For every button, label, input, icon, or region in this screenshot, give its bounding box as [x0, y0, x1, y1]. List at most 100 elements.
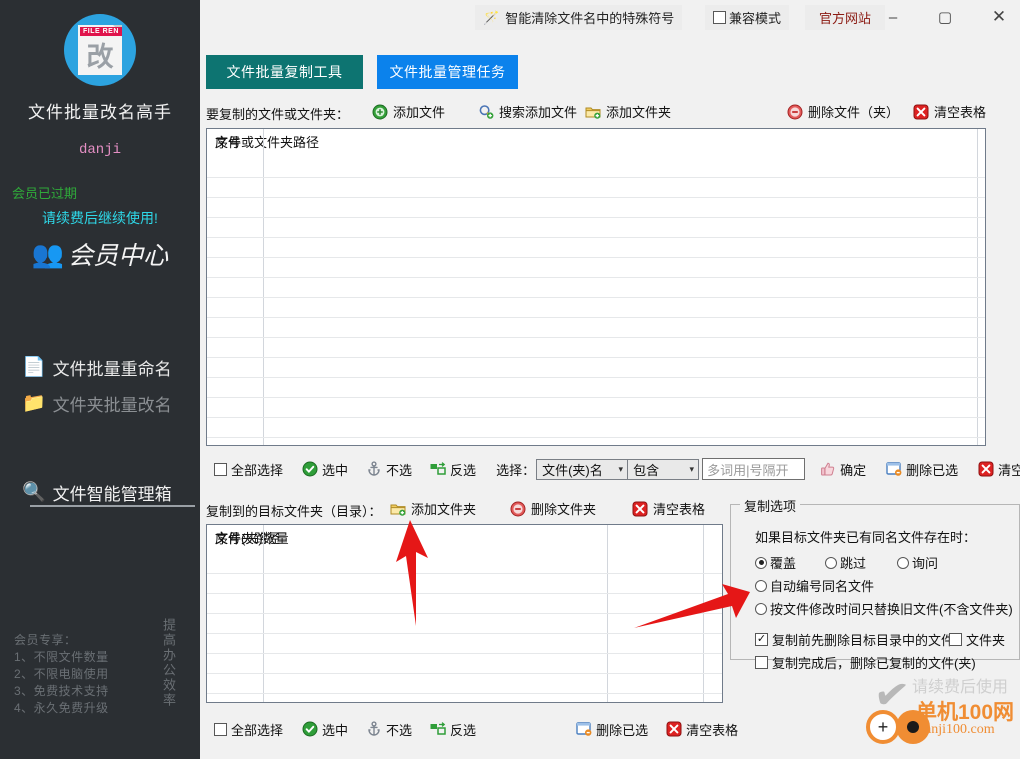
- radio-skip[interactable]: 跳过: [825, 553, 866, 572]
- compat-mode-toggle[interactable]: 兼容模式: [705, 5, 790, 30]
- checkbox-icon[interactable]: [214, 722, 227, 736]
- folder-add-icon: [585, 107, 601, 119]
- select-all-checkbox-target[interactable]: 全部选择: [214, 720, 283, 739]
- table-row[interactable]: [207, 217, 985, 218]
- check-include-folders[interactable]: 文件夹: [949, 630, 1005, 649]
- maximize-button[interactable]: ▢: [922, 0, 968, 34]
- table-row[interactable]: [207, 257, 985, 258]
- field-select-value: 文件(夹)名: [542, 462, 603, 478]
- col-divider: [263, 525, 264, 702]
- sidebar-item-batch-rename-files[interactable]: 📄 文件批量重命名: [22, 355, 172, 380]
- checkbox-icon[interactable]: [755, 656, 768, 669]
- minimize-button[interactable]: –: [870, 0, 916, 34]
- radio-overwrite[interactable]: 覆盖: [755, 553, 796, 572]
- checkbox-icon[interactable]: [214, 462, 227, 476]
- vip-center-button[interactable]: 👥 会员中心: [0, 236, 200, 272]
- deselect-button-source[interactable]: 不选: [366, 460, 412, 479]
- perk-line: 会员专享：: [14, 633, 77, 647]
- check-delete-before-copy[interactable]: ✓ 复制前先删除目标目录中的文件: [755, 630, 954, 649]
- compat-mode-checkbox[interactable]: [713, 11, 726, 24]
- table-row[interactable]: [207, 277, 985, 278]
- match-select[interactable]: 包含 ▾: [627, 458, 700, 480]
- sidebar-item-label: 文件批量重命名: [52, 360, 172, 379]
- clean-special-chars-button[interactable]: 🪄 智能清除文件名中的特殊符号: [475, 5, 683, 30]
- radio-ask[interactable]: 询问: [897, 553, 938, 572]
- application-window: FILE REN 改 文件批量改名高手 danji 会员已过期 请续费后继续使用…: [0, 0, 1020, 759]
- clear-table-button-target-bottom[interactable]: 清空表格: [666, 720, 738, 739]
- checkbox-icon[interactable]: ✓: [755, 633, 768, 646]
- radio-icon[interactable]: [755, 602, 767, 615]
- radio-icon[interactable]: [755, 579, 767, 592]
- table-row[interactable]: [207, 297, 985, 298]
- table-row[interactable]: [207, 317, 985, 318]
- add-folder-button[interactable]: 添加文件夹: [585, 102, 671, 121]
- clear-table-button-source-bottom[interactable]: 清空表格: [978, 460, 1020, 479]
- table-row[interactable]: [207, 197, 985, 198]
- table-row[interactable]: [207, 437, 985, 438]
- table-row[interactable]: [207, 397, 985, 398]
- select-checked-button-source[interactable]: 选中: [302, 460, 348, 479]
- close-button[interactable]: ✕: [976, 0, 1020, 34]
- table-row[interactable]: [207, 237, 985, 238]
- deselect-button-target[interactable]: 不选: [366, 720, 412, 739]
- deselect-label: 不选: [386, 462, 413, 478]
- table-row[interactable]: [207, 633, 722, 634]
- sidebar-item-batch-rename-folders[interactable]: 📁 文件夹批量改名: [22, 391, 172, 416]
- radio-icon[interactable]: [825, 556, 837, 569]
- radio-icon[interactable]: [755, 556, 767, 569]
- source-action-bar: 要复制的文件或文件夹： 添加文件 搜索添加文件 添加文件夹 删除文件（夹） 清空…: [200, 100, 1020, 126]
- sidebar: FILE REN 改 文件批量改名高手 danji 会员已过期 请续费后继续使用…: [0, 0, 200, 759]
- delete-selected-button-source[interactable]: 删除已选: [886, 460, 958, 479]
- add-file-button[interactable]: 添加文件: [372, 102, 445, 121]
- vip-center-label: 会员中心: [68, 241, 169, 270]
- table-row[interactable]: [207, 417, 985, 418]
- radio-icon[interactable]: [897, 556, 909, 569]
- confirm-button[interactable]: 确定: [820, 460, 866, 479]
- table-row[interactable]: [207, 693, 722, 694]
- vip-renew-notice: 请续费后继续使用!: [42, 210, 158, 226]
- add-target-folder-button[interactable]: 添加文件夹: [390, 499, 476, 518]
- radio-label: 跳过: [840, 556, 867, 571]
- source-file-table[interactable]: 序号 文件或文件夹路径: [206, 128, 986, 446]
- col-count: 文件(夹)数量: [215, 531, 289, 546]
- invert-selection-button-source[interactable]: 反选: [430, 460, 476, 479]
- checkbox-icon[interactable]: [949, 633, 962, 646]
- annotation-arrow-replace-option: [634, 584, 750, 628]
- keyword-input[interactable]: 多词用|号隔开: [702, 458, 806, 480]
- table-row[interactable]: [207, 357, 985, 358]
- copy-options-title: 复制选项: [740, 496, 801, 515]
- tab-batch-copy-tool[interactable]: 文件批量复制工具: [206, 55, 363, 89]
- table-row[interactable]: [207, 653, 722, 654]
- clear-table-icon: [666, 721, 682, 737]
- table-row[interactable]: [207, 377, 985, 378]
- table-row[interactable]: [207, 673, 722, 674]
- logo-badge-text: FILE REN: [80, 27, 122, 36]
- delete-target-folder-button[interactable]: 删除文件夹: [510, 499, 596, 518]
- select-all-checkbox-source[interactable]: 全部选择: [214, 460, 283, 479]
- delete-selected-button-target[interactable]: 删除已选: [576, 720, 648, 739]
- add-target-folder-label: 添加文件夹: [411, 502, 477, 517]
- table-row[interactable]: [207, 177, 985, 178]
- tab-batch-manage-task[interactable]: 文件批量管理任务: [377, 55, 518, 89]
- sidebar-item-smart-file-manager[interactable]: 🔍 文件智能管理箱: [22, 480, 172, 505]
- clear-table-button-source[interactable]: 清空表格: [913, 102, 986, 121]
- perk-line: 1、不限文件数量: [14, 650, 109, 664]
- target-toolbar: 全部选择 选中 不选 反选 删除已选 清空表格: [206, 715, 738, 743]
- delete-file-button[interactable]: 删除文件（夹）: [787, 102, 899, 121]
- invert-selection-label: 反选: [450, 462, 477, 478]
- invert-selection-button-target[interactable]: 反选: [430, 720, 476, 739]
- perk-line: 2、不限电脑使用: [14, 667, 109, 681]
- select-checked-button-target[interactable]: 选中: [302, 720, 348, 739]
- table-row[interactable]: [207, 337, 985, 338]
- target-action-bar: 复制到的目标文件夹（目录）： 添加文件夹 删除文件夹 清空表格: [200, 497, 730, 523]
- remove-circle-icon: [787, 104, 803, 119]
- radio-auto-number[interactable]: 自动编号同名文件: [755, 576, 874, 595]
- add-folder-label: 添加文件夹: [606, 105, 672, 120]
- match-select-value: 包含: [633, 462, 660, 478]
- clear-table-button-target[interactable]: 清空表格: [632, 499, 705, 518]
- search-add-file-button[interactable]: 搜索添加文件: [478, 102, 577, 121]
- table-row[interactable]: [207, 573, 722, 574]
- field-select[interactable]: 文件(夹)名 ▾: [536, 458, 629, 480]
- radio-replace-older[interactable]: 按文件修改时间只替换旧文件(不含文件夹): [755, 599, 1013, 618]
- add-circle-icon: [372, 104, 388, 119]
